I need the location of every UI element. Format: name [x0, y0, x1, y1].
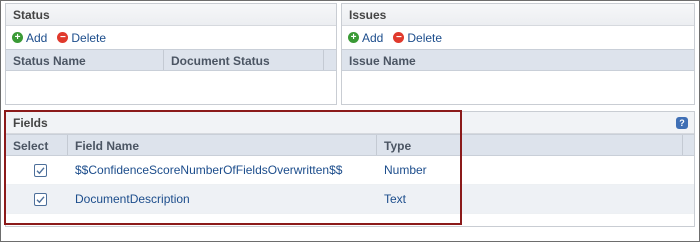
- column-header-type[interactable]: Type: [377, 135, 683, 155]
- minus-circle-icon: −: [57, 32, 69, 43]
- row-checkbox[interactable]: [33, 192, 47, 206]
- status-panel: Status + Add − Delete Status Name Docume…: [5, 3, 337, 105]
- table-row[interactable]: $$ConfidenceScoreNumberOfFieldsOverwritt…: [6, 156, 694, 185]
- fields-column-headers: Select Field Name Type: [6, 134, 694, 156]
- fields-panel-title: Fields: [6, 112, 694, 134]
- plus-circle-icon: +: [348, 32, 359, 43]
- field-name-cell[interactable]: DocumentDescription: [68, 192, 377, 206]
- status-add-label: Add: [26, 30, 48, 45]
- status-panel-title: Status: [6, 4, 336, 26]
- issues-panel: Issues + Add − Delete Issue Name: [341, 3, 695, 105]
- issues-panel-title: Issues: [342, 4, 694, 26]
- status-delete-button[interactable]: − Delete: [57, 31, 106, 45]
- status-delete-label: Delete: [71, 30, 107, 45]
- field-name-cell[interactable]: $$ConfidenceScoreNumberOfFieldsOverwritt…: [68, 163, 377, 177]
- fields-panel: Fields ? Select Field Name Type $$Confid…: [5, 111, 695, 227]
- column-header-issue-name[interactable]: Issue Name: [342, 50, 694, 70]
- issues-add-button[interactable]: + Add: [348, 31, 383, 45]
- column-header-status-name[interactable]: Status Name: [6, 50, 164, 70]
- field-type-cell[interactable]: Text: [377, 192, 683, 206]
- column-header-document-status[interactable]: Document Status: [164, 50, 324, 70]
- issues-toolbar: + Add − Delete: [342, 26, 694, 49]
- status-column-headers: Status Name Document Status: [6, 49, 336, 71]
- issues-delete-label: Delete: [407, 30, 443, 45]
- select-cell: [6, 192, 68, 206]
- checkmark-icon: [36, 195, 45, 203]
- status-toolbar: + Add − Delete: [6, 26, 336, 49]
- field-type-cell[interactable]: Number: [377, 163, 683, 177]
- select-cell: [6, 163, 68, 177]
- row-checkbox[interactable]: [33, 163, 47, 177]
- issues-column-headers: Issue Name: [342, 49, 694, 71]
- table-row[interactable]: DocumentDescription Text: [6, 185, 694, 214]
- help-icon[interactable]: ?: [676, 117, 688, 129]
- column-header-spacer: [324, 50, 336, 70]
- column-header-field-name[interactable]: Field Name: [68, 135, 377, 155]
- issues-delete-button[interactable]: − Delete: [393, 31, 442, 45]
- plus-circle-icon: +: [12, 32, 23, 43]
- issues-add-label: Add: [362, 30, 384, 45]
- checkmark-icon: [36, 166, 45, 174]
- column-header-spacer: [683, 135, 694, 155]
- minus-circle-icon: −: [393, 32, 405, 43]
- status-add-button[interactable]: + Add: [12, 31, 47, 45]
- column-header-select[interactable]: Select: [6, 135, 68, 155]
